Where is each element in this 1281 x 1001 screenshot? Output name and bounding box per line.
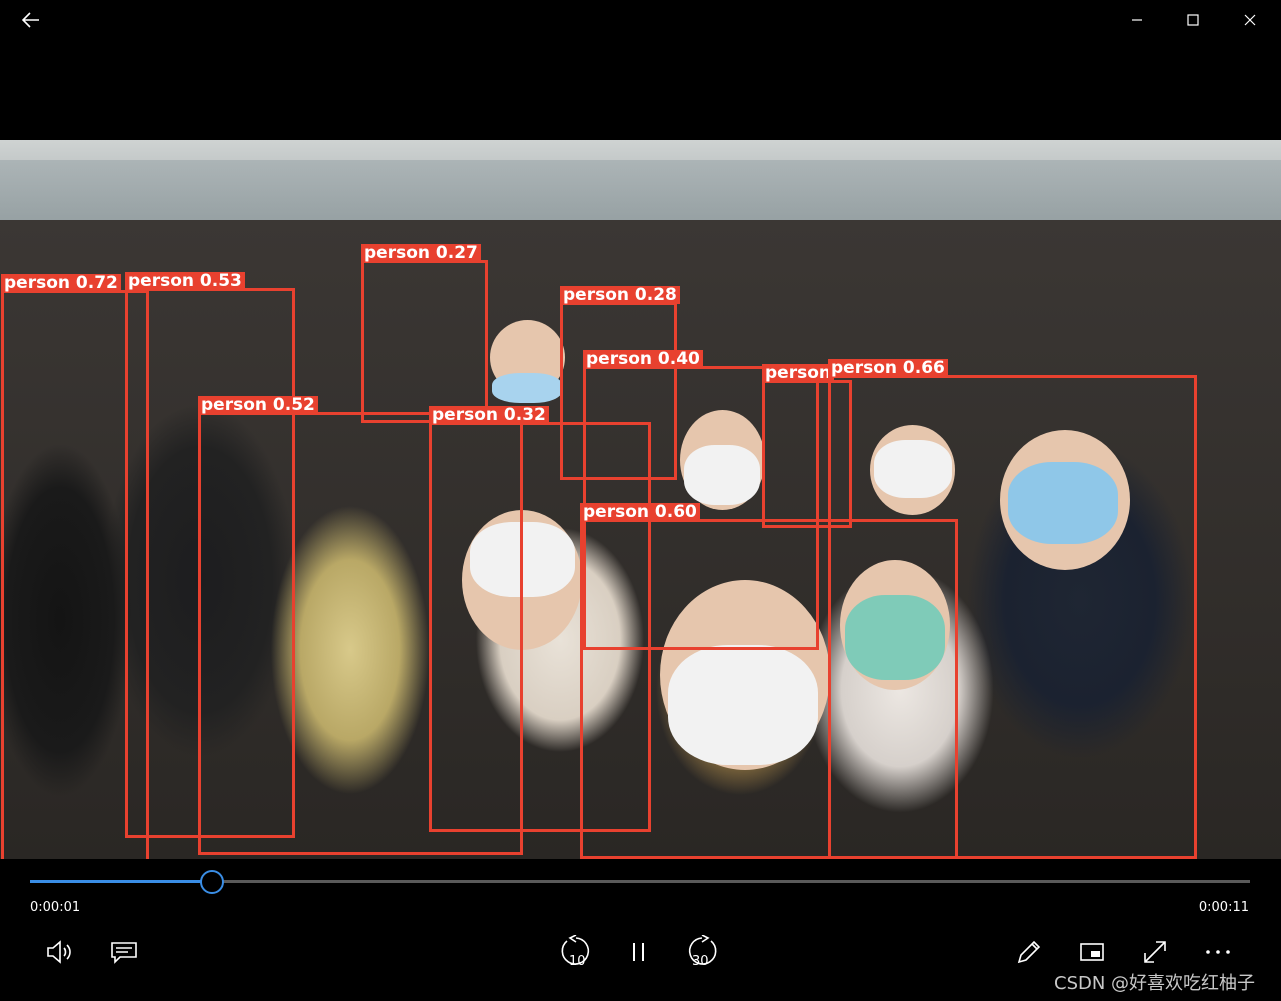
detection-box: person 0.27	[361, 244, 488, 423]
pen-icon	[1017, 940, 1041, 964]
detection-label: person 0.52	[198, 396, 318, 414]
maximize-icon	[1187, 14, 1199, 26]
pause-button[interactable]	[619, 934, 659, 970]
arrow-left-icon	[22, 12, 39, 28]
detection-label: person 0.53	[125, 272, 245, 290]
detection-label: person	[762, 364, 834, 382]
seek-thumb[interactable]	[200, 870, 224, 894]
fullscreen-icon	[1144, 941, 1166, 963]
current-time: 0:00:01	[30, 900, 81, 915]
total-time: 0:00:11	[1198, 900, 1249, 915]
detection-label: person 0.40	[583, 350, 703, 368]
mini-view-button[interactable]	[1072, 934, 1112, 970]
seek-bar-progress	[30, 880, 212, 883]
skip-back-icon: 10	[561, 935, 590, 969]
fullscreen-button[interactable]	[1135, 934, 1175, 970]
skip-back-button[interactable]: 10	[556, 934, 596, 970]
detection-label: person 0.72	[1, 274, 121, 292]
close-icon	[1244, 14, 1256, 26]
back-button[interactable]	[8, 0, 54, 40]
minimize-button[interactable]	[1114, 0, 1160, 40]
captions-button[interactable]	[104, 934, 144, 970]
more-button[interactable]	[1198, 934, 1238, 970]
volume-button[interactable]	[40, 934, 80, 970]
svg-text:10: 10	[569, 954, 586, 969]
detection-label: person 0.27	[361, 244, 481, 262]
detection-label: person 0.60	[580, 503, 700, 521]
captions-icon	[111, 942, 137, 964]
edit-button[interactable]	[1009, 934, 1049, 970]
detection-label: person 0.66	[828, 359, 948, 377]
detection-label: person 0.32	[429, 406, 549, 424]
watermark: CSDN @好喜欢吃红柚子	[1054, 973, 1256, 994]
maximize-button[interactable]	[1170, 0, 1216, 40]
minimize-icon	[1132, 19, 1142, 21]
more-icon	[1206, 950, 1230, 954]
close-button[interactable]	[1227, 0, 1273, 40]
face-mask	[492, 373, 562, 403]
mini-view-icon	[1080, 943, 1104, 961]
volume-icon	[47, 940, 71, 964]
skip-forward-icon: 30	[688, 935, 717, 969]
detection-label: person 0.28	[560, 286, 680, 304]
svg-text:30: 30	[692, 954, 709, 969]
video-frame[interactable]: person 0.72 person 0.53 person 0.27 pers…	[0, 140, 1281, 859]
pause-icon	[633, 943, 644, 961]
detection-box: person 0.66	[828, 359, 1197, 859]
title-bar	[0, 0, 1281, 40]
skip-forward-button[interactable]: 30	[682, 934, 722, 970]
